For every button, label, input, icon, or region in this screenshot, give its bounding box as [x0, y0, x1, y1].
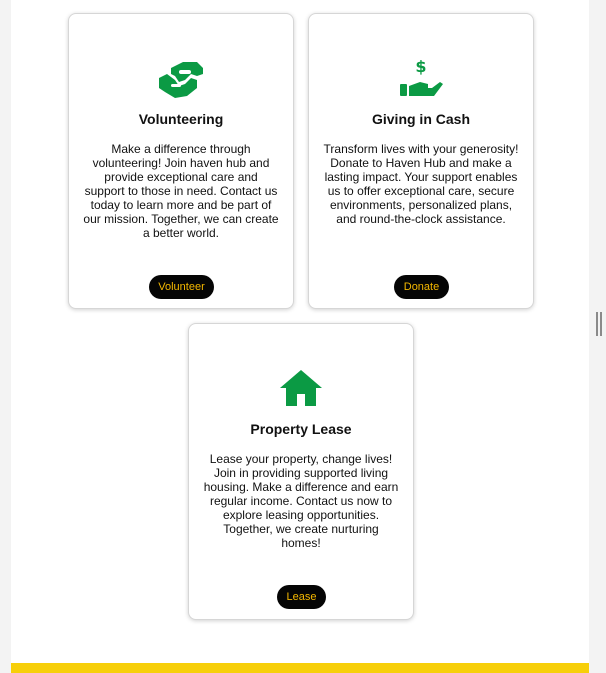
- donate-button[interactable]: Donate: [394, 275, 449, 299]
- card-title: Giving in Cash: [371, 111, 470, 127]
- card-description: Lease your property, change lives! Join …: [203, 452, 399, 550]
- hand-dollar-icon: $: [309, 56, 533, 100]
- lease-button[interactable]: Lease: [277, 585, 326, 609]
- volunteering-card: Volunteering Make a difference through v…: [68, 13, 294, 309]
- footer-bar: [11, 663, 589, 673]
- house-icon: [189, 368, 413, 408]
- svg-text:$: $: [415, 57, 426, 76]
- card-description: Transform lives with your generosity! Do…: [323, 142, 519, 226]
- card-description: Make a difference through volunteering! …: [83, 142, 279, 240]
- handshake-icon: [69, 60, 293, 100]
- card-title: Property Lease: [250, 421, 352, 437]
- resize-handle[interactable]: [596, 312, 602, 336]
- volunteer-button[interactable]: Volunteer: [149, 275, 214, 299]
- property-lease-card: Property Lease Lease your property, chan…: [188, 323, 414, 620]
- card-title: Volunteering: [138, 111, 224, 127]
- giving-in-cash-card: $ Giving in Cash Transform lives with yo…: [308, 13, 534, 309]
